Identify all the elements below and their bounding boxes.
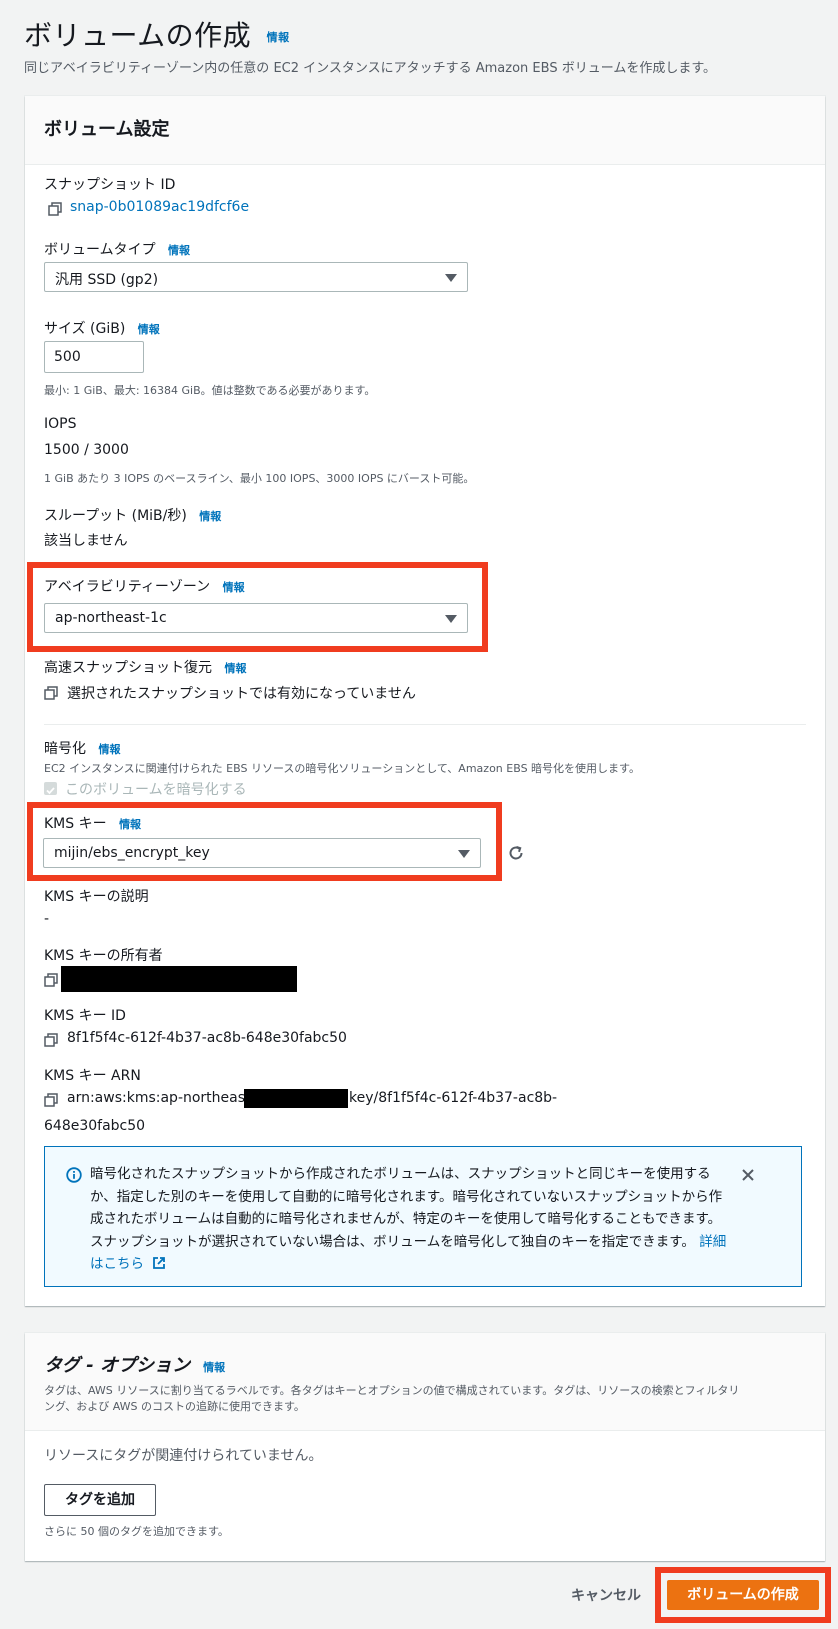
volume-settings-header: ボリューム設定 (25, 96, 825, 165)
iops-label: IOPS (44, 416, 77, 432)
page-title: ボリュームの作成 情報 (24, 14, 290, 54)
iops-value: 1500 / 3000 (44, 442, 129, 458)
volume-type-value: 汎用 SSD (gp2) (55, 272, 159, 288)
kms-id-value: 8f1f5f4c-612f-4b37-ac8b-648e30fabc50 (67, 1030, 347, 1046)
tags-header: タグ - オプション 情報 タグは、AWS リソースに割り当てるラベルです。各タ… (25, 1333, 825, 1431)
checkmark-icon (46, 787, 55, 795)
tags-description-line-1: タグは、AWS リソースに割り当てるラベルです。各タグはキーとオプションの値で構… (44, 1384, 740, 1397)
kms-arn-suffix: key/8f1f5f4c-612f-4b37-ac8b- (349, 1090, 558, 1106)
chevron-down-icon (445, 274, 457, 282)
kms-key-info-link[interactable]: 情報 (119, 818, 141, 831)
copy-icon (44, 686, 58, 700)
snapshot-id-link[interactable]: snap-0b01089ac19dfcf6e (70, 199, 249, 215)
throughput-info-link[interactable]: 情報 (199, 510, 221, 523)
availability-zone-select[interactable]: ap-northeast-1c (44, 603, 468, 633)
info-icon (66, 1167, 82, 1183)
size-info-link[interactable]: 情報 (138, 323, 160, 336)
volume-type-label-text: ボリュームタイプ (44, 242, 156, 258)
add-tag-button[interactable]: タグを追加 (44, 1484, 156, 1516)
section-divider (44, 724, 806, 725)
throughput-label: スループット (MiB/秒) 情報 (44, 505, 221, 525)
volume-type-info-link[interactable]: 情報 (168, 244, 190, 257)
page-title-text: ボリュームの作成 (24, 19, 252, 52)
tags-description-line-2: ング、および AWS のコストの追跡に使用できます。 (44, 1400, 305, 1413)
copy-icon[interactable] (44, 973, 58, 987)
tags-description: タグは、AWS リソースに割り当てるラベルです。各タグはキーとオプションの値で構… (44, 1383, 804, 1415)
snapshot-id-label: スナップショット ID (44, 177, 176, 193)
encryption-hint: EC2 インスタンスに関連付けられた EBS リソースの暗号化ソリューションとし… (44, 762, 640, 775)
volume-type-select[interactable]: 汎用 SSD (gp2) (44, 262, 468, 292)
chevron-down-icon (445, 615, 457, 623)
kms-arn-prefix: arn:aws:kms:ap-northeast-1 (67, 1090, 265, 1106)
encryption-info-link[interactable]: 情報 (98, 743, 120, 756)
throughput-value: 該当しません (44, 533, 128, 549)
iops-hint: 1 GiB あたり 3 IOPS のベースライン、最小 100 IOPS、300… (44, 472, 475, 485)
alert-message: 暗号化されたスナップショットから作成されたボリュームは、スナップショットと同じキ… (90, 1163, 770, 1276)
learn-more-link-part1[interactable]: 詳細 (699, 1234, 726, 1250)
fast-restore-label-text: 高速スナップショット復元 (44, 660, 212, 676)
page-info-link[interactable]: 情報 (267, 31, 290, 44)
availability-zone-label: アベイラビリティーゾーン 情報 (44, 576, 245, 596)
cancel-button[interactable]: キャンセル (571, 1585, 641, 1605)
encryption-label-text: 暗号化 (44, 741, 86, 757)
kms-owner-label: KMS キーの所有者 (44, 948, 163, 964)
create-volume-button[interactable]: ボリュームの作成 (667, 1580, 819, 1610)
alert-line-4: スナップショットが選択されていない場合は、ボリュームを暗号化して独自のキーを指定… (90, 1231, 770, 1254)
alert-line-3: 成されたボリュームは自動的に暗号化されませんが、特定のキーを使用して暗号化するこ… (90, 1211, 722, 1227)
fast-restore-label: 高速スナップショット復元 情報 (44, 657, 246, 677)
size-label: サイズ (GiB) 情報 (44, 318, 160, 338)
size-hint: 最小: 1 GiB、最大: 16384 GiB。値は整数である必要があります。 (44, 384, 376, 397)
kms-key-label-text: KMS キー (44, 816, 107, 832)
alert-line-2: か、指定した別のキーを使用して自動的に暗号化されます。暗号化されていないスナップ… (90, 1188, 723, 1205)
kms-arn-label: KMS キー ARN (44, 1068, 141, 1084)
tags-remaining-hint: さらに 50 個のタグを追加できます。 (44, 1525, 229, 1538)
size-label-text: サイズ (GiB) (44, 321, 126, 337)
kms-key-select[interactable]: mijin/ebs_encrypt_key (43, 838, 481, 868)
encryption-label: 暗号化 情報 (44, 738, 120, 758)
copy-icon[interactable] (44, 1033, 58, 1047)
availability-zone-info-link[interactable]: 情報 (223, 581, 245, 594)
kms-description-value: - (44, 911, 50, 927)
availability-zone-label-text: アベイラビリティーゾーン (44, 579, 211, 595)
external-link-icon[interactable] (152, 1256, 166, 1270)
kms-key-label: KMS キー 情報 (44, 813, 141, 833)
availability-zone-value: ap-northeast-1c (55, 610, 167, 626)
kms-arn-line2: 648e30fabc50 (44, 1118, 146, 1134)
tags-title: タグ - オプション (44, 1355, 191, 1376)
close-icon[interactable] (741, 1168, 755, 1182)
fast-restore-value: 選択されたスナップショットでは有効になっていません (67, 686, 416, 702)
alert-line-1: 暗号化されたスナップショットから作成されたボリュームは、スナップショットと同じキ… (90, 1166, 711, 1182)
alert-line-5: はこちら (90, 1253, 770, 1276)
volume-settings-panel: ボリューム設定 スナップショット ID snap-0b01089ac19dfcf… (25, 96, 825, 1306)
throughput-label-text: スループット (MiB/秒) (44, 508, 187, 524)
volume-type-label: ボリュームタイプ 情報 (44, 239, 190, 259)
redacted-account-block (244, 1089, 348, 1108)
chevron-down-icon (458, 850, 470, 858)
size-input[interactable]: 500 (44, 341, 144, 373)
copy-icon[interactable] (44, 1093, 58, 1107)
encryption-info-alert: 暗号化されたスナップショットから作成されたボリュームは、スナップショットと同じキ… (44, 1146, 802, 1287)
learn-more-link-part2[interactable]: はこちら (90, 1256, 144, 1272)
encrypt-checkbox[interactable] (44, 782, 57, 795)
tags-info-link[interactable]: 情報 (203, 1361, 225, 1374)
kms-id-label: KMS キー ID (44, 1008, 126, 1024)
no-tags-message: リソースにタグが関連付けられていません。 (44, 1448, 323, 1464)
kms-key-value: mijin/ebs_encrypt_key (54, 845, 210, 861)
encrypt-checkbox-label: このボリュームを暗号化する (65, 782, 247, 798)
tags-panel: タグ - オプション 情報 タグは、AWS リソースに割り当てるラベルです。各タ… (25, 1333, 825, 1561)
refresh-icon[interactable] (506, 843, 526, 863)
kms-description-label: KMS キーの説明 (44, 889, 149, 905)
redacted-owner-block (61, 966, 297, 992)
tags-title-row: タグ - オプション 情報 (44, 1351, 225, 1377)
volume-settings-title: ボリューム設定 (44, 119, 170, 140)
page-subtitle: 同じアベイラビリティーゾーン内の任意の EC2 インスタンスにアタッチする Am… (24, 61, 717, 76)
fast-restore-info-link[interactable]: 情報 (224, 662, 246, 675)
copy-icon[interactable] (48, 202, 62, 216)
alert-line-4-text: スナップショットが選択されていない場合は、ボリュームを暗号化して独自のキーを指定… (90, 1233, 695, 1250)
